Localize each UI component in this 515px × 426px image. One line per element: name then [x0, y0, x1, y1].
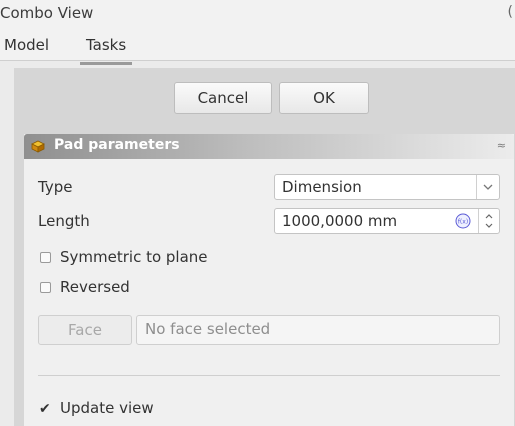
task-panel: Cancel OK Pad parameters ≈ Type Dimensio… [14, 68, 515, 426]
ok-button[interactable]: OK [279, 82, 369, 114]
symmetric-label: Symmetric to plane [60, 248, 208, 266]
section-header[interactable]: Pad parameters ≈ [24, 134, 514, 159]
tab-tasks[interactable]: Tasks [80, 36, 133, 65]
expression-icon[interactable]: f(x) [455, 213, 471, 229]
window-title: Combo View [0, 4, 94, 22]
update-view-checkbox-row[interactable]: ✔ Update view [38, 399, 154, 417]
length-value: 1000,0000 mm [282, 212, 398, 230]
update-view-check-icon[interactable]: ✔ [39, 401, 53, 417]
collapse-icon[interactable]: ≈ [497, 139, 506, 152]
face-button-label: Face [68, 321, 102, 339]
ok-label: OK [313, 89, 335, 107]
tab-model[interactable]: Model [4, 36, 49, 54]
cancel-label: Cancel [197, 89, 249, 107]
update-view-label: Update view [60, 399, 154, 417]
divider [38, 375, 500, 376]
length-spinner[interactable] [478, 209, 499, 233]
face-button: Face [38, 315, 132, 345]
type-select[interactable]: Dimension [274, 174, 500, 200]
tab-bar: Model Tasks [0, 28, 515, 65]
reversed-checkbox[interactable] [40, 282, 51, 293]
svg-text:f(x): f(x) [458, 219, 468, 226]
title-edge-glyph: ( [507, 4, 513, 20]
type-label: Type [38, 178, 73, 196]
section-title: Pad parameters [54, 137, 180, 153]
chevron-down-icon[interactable] [476, 175, 499, 199]
symmetric-checkbox-row[interactable]: Symmetric to plane [38, 248, 208, 266]
type-value: Dimension [282, 178, 362, 196]
reversed-label: Reversed [60, 278, 130, 296]
face-field-value: No face selected [145, 320, 271, 338]
pad-icon [30, 138, 46, 154]
title-bar: Combo View ( [0, 0, 515, 28]
length-label: Length [38, 212, 90, 230]
face-field: No face selected [136, 315, 500, 345]
reversed-checkbox-row[interactable]: Reversed [38, 278, 130, 296]
length-input[interactable]: 1000,0000 mm f(x) [274, 208, 500, 234]
spin-up-icon [485, 214, 493, 219]
spin-down-icon [485, 223, 493, 228]
cancel-button[interactable]: Cancel [174, 82, 272, 114]
pad-parameters-section: Pad parameters ≈ Type Dimension Length 1… [24, 134, 514, 426]
symmetric-checkbox[interactable] [40, 252, 51, 263]
